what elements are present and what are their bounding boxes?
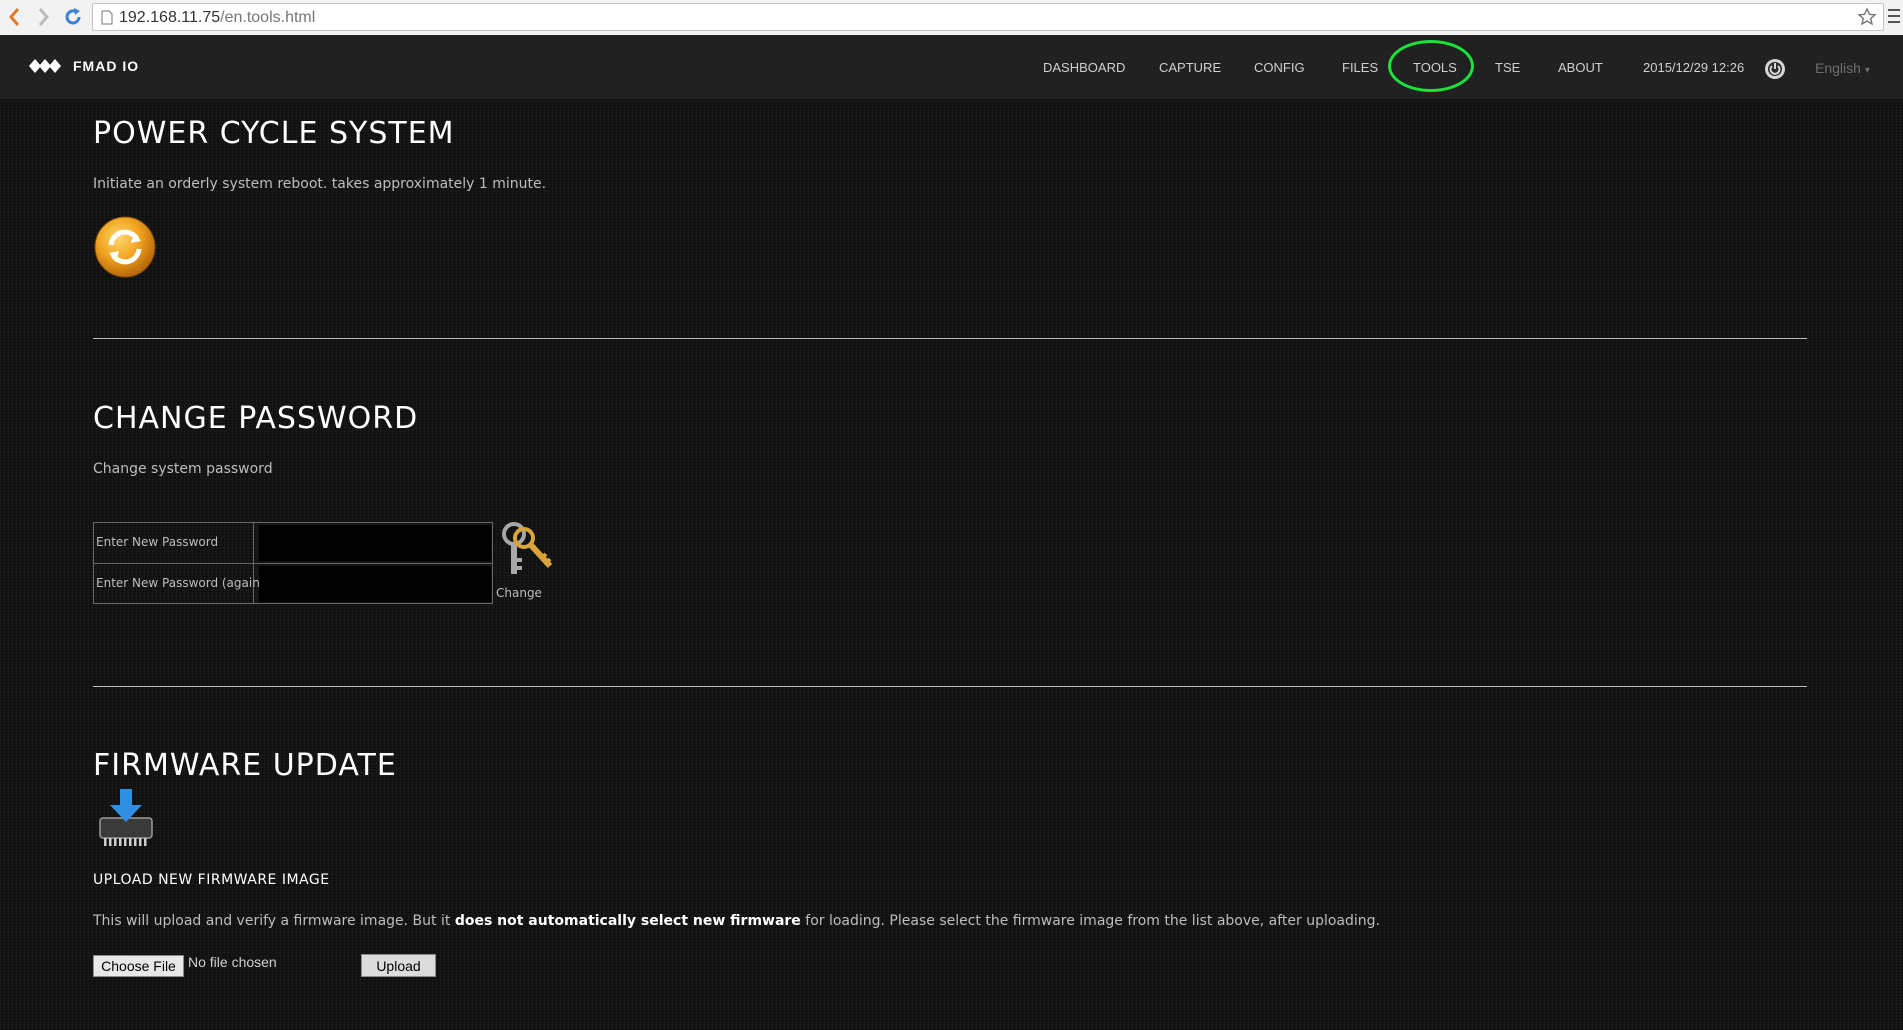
- firmware-subtitle: UPLOAD NEW FIRMWARE IMAGE: [93, 872, 330, 888]
- password-form: Enter New Password Enter New Password (a…: [93, 522, 493, 604]
- tools-highlight-annotation: [1388, 40, 1474, 92]
- language-select[interactable]: English ▾: [1815, 60, 1870, 76]
- chevron-down-icon: ▾: [1864, 65, 1870, 76]
- upload-button[interactable]: Upload: [361, 954, 436, 977]
- url-text: 192.168.11.75/en.tools.html: [119, 9, 315, 27]
- nav-about[interactable]: ABOUT: [1558, 60, 1603, 75]
- file-status-text: No file chosen: [188, 954, 277, 970]
- keys-icon: [502, 522, 553, 574]
- section-divider-1: [93, 338, 1807, 339]
- reload-icon: [65, 8, 81, 25]
- choose-file-button[interactable]: Choose File: [93, 955, 184, 977]
- change-password-button[interactable]: Change: [496, 520, 556, 604]
- reload-button[interactable]: [60, 4, 86, 30]
- nav-capture[interactable]: CAPTURE: [1159, 60, 1221, 75]
- page-icon: [101, 10, 113, 25]
- address-bar[interactable]: 192.168.11.75/en.tools.html: [92, 3, 1884, 31]
- power-cycle-title: POWER CYCLE SYSTEM: [93, 116, 455, 151]
- power-icon[interactable]: [1764, 58, 1786, 80]
- section-divider-2: [93, 686, 1807, 687]
- change-password-title: CHANGE PASSWORD: [93, 401, 419, 436]
- password-row-again: Enter New Password (again): [94, 564, 492, 604]
- nav-files[interactable]: FILES: [1342, 60, 1378, 75]
- back-arrow-icon: [9, 8, 20, 26]
- confirm-password-input[interactable]: [259, 566, 491, 602]
- firmware-desc-pre: This will upload and verify a firmware i…: [93, 913, 455, 929]
- change-password-description: Change system password: [93, 461, 273, 477]
- bookmark-star-icon[interactable]: [1857, 7, 1877, 27]
- brand-name: FMAD IO: [73, 58, 140, 74]
- url-path: /en.tools.html: [220, 9, 316, 26]
- firmware-update-title: FIRMWARE UPDATE: [93, 748, 397, 783]
- nav-dashboard[interactable]: DASHBOARD: [1043, 60, 1125, 75]
- forward-button[interactable]: [30, 4, 56, 30]
- forward-arrow-icon: [38, 8, 49, 26]
- confirm-password-label: Enter New Password (again): [96, 576, 265, 590]
- datetime-display: 2015/12/29 12:26: [1643, 60, 1745, 75]
- brand-logo[interactable]: FMAD IO: [27, 57, 139, 75]
- nav-tse[interactable]: TSE: [1495, 60, 1520, 75]
- new-password-label: Enter New Password: [96, 535, 219, 549]
- fmadio-logo-icon: [29, 59, 61, 73]
- browser-toolbar: 192.168.11.75/en.tools.html: [0, 0, 1903, 36]
- power-cycle-description: Initiate an orderly system reboot. takes…: [93, 176, 547, 192]
- language-label: English: [1815, 60, 1861, 76]
- new-password-input[interactable]: [259, 525, 491, 561]
- app-navbar: FMAD IO DASHBOARD CAPTURE CONFIG FILES T…: [0, 35, 1903, 99]
- firmware-description: This will upload and verify a firmware i…: [93, 913, 1380, 929]
- firmware-download-icon: [99, 789, 153, 846]
- reboot-icon: [94, 216, 156, 278]
- back-button[interactable]: [2, 4, 28, 30]
- firmware-desc-post: for loading. Please select the firmware …: [800, 913, 1381, 929]
- firmware-desc-bold: does not automatically select new firmwa…: [454, 913, 801, 929]
- nav-config[interactable]: CONFIG: [1254, 60, 1305, 75]
- url-host: 192.168.11.75: [119, 9, 221, 26]
- browser-menu-icon[interactable]: [1888, 8, 1900, 24]
- reboot-button[interactable]: [94, 216, 156, 278]
- change-button-label: Change: [496, 586, 542, 600]
- password-row-new: Enter New Password: [94, 523, 492, 563]
